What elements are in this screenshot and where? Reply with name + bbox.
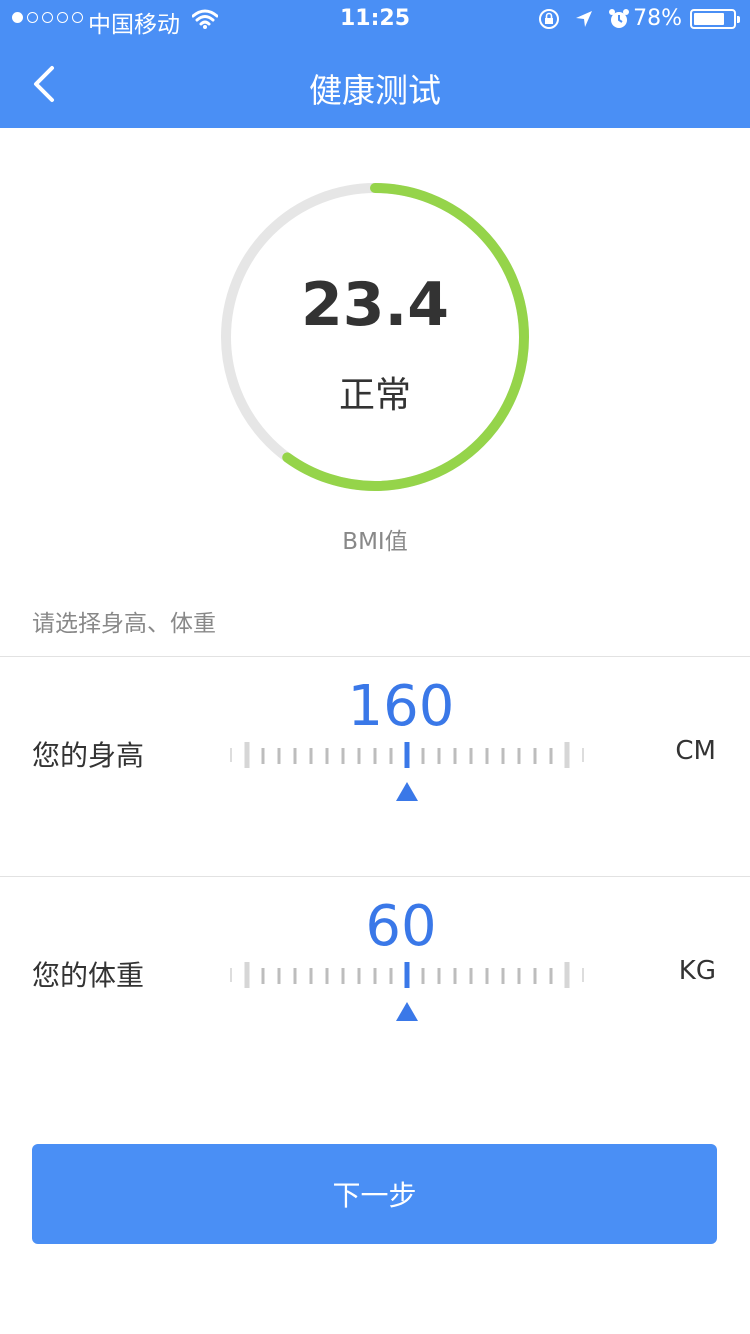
weight-ruler-slider[interactable] [228,960,586,1021]
height-ruler-tick [501,748,505,764]
bmi-status: 正常 [338,375,411,416]
weight-ruler-tick [244,962,250,988]
height-ruler-tick [564,742,570,768]
weight-ruler-tick [421,968,425,984]
weight-ruler-tick [469,968,473,984]
height-ruler-tick [261,748,265,764]
height-ruler-tick [309,748,313,764]
bmi-label: BMI值 [342,529,408,555]
battery-icon [690,9,740,29]
height-ruler-tick [421,748,425,764]
height-ruler-tick [230,748,232,762]
weight-ruler-tick [437,968,441,984]
weight-value: 60 [365,894,437,959]
bmi-value: 23.4 [300,270,450,340]
status-bar: 中国移动 11:25 78% [0,0,750,40]
height-ruler-tick [389,748,393,764]
height-ruler-tick [437,748,441,764]
height-value: 160 [347,674,455,739]
weight-ruler-tick [309,968,313,984]
height-ruler-tick [293,748,297,764]
weight-ruler-tick [325,968,329,984]
height-ruler-tick [533,748,537,764]
height-ruler-tick [325,748,329,764]
weight-ruler-tick [261,968,265,984]
location-arrow-icon [576,11,592,27]
weight-ruler-tick [230,968,232,982]
navigation-bar: 健康测试 [0,40,750,128]
divider [0,876,750,877]
weight-ruler-tick [389,968,393,984]
weight-ruler-tick [453,968,457,984]
weight-label: 您的体重 [32,959,145,992]
weight-ruler-tick [533,968,537,984]
weight-ruler-tick [564,962,570,988]
height-ruler-slider[interactable] [228,740,586,801]
weight-unit: KG [678,956,716,986]
next-step-label: 下一步 [332,1179,417,1212]
height-ruler-pointer-icon [396,782,418,801]
top-bar: 中国移动 11:25 78% 健康测试 [0,0,750,128]
height-ruler-tick [517,748,521,764]
height-ruler-tick [485,748,489,764]
height-ruler-tick [357,748,361,764]
weight-ruler-tick [582,968,584,982]
weight-ruler-tick [373,968,377,984]
height-ruler-tick [549,748,553,764]
alarm-icon [609,9,629,28]
next-step-button[interactable]: 下一步 [32,1144,717,1244]
height-ruler-tick [453,748,457,764]
weight-ruler-tick [277,968,281,984]
weight-ruler-tick [485,968,489,984]
height-ruler-center-tick [404,742,410,768]
height-ruler-tick [244,742,250,768]
battery-percent: 78% [633,6,682,31]
height-ruler-tick [469,748,473,764]
height-ruler-tick [277,748,281,764]
selection-prompt: 请选择身高、体重 [32,611,216,637]
weight-ruler-tick [341,968,345,984]
weight-ruler-tick [293,968,297,984]
page-title: 健康测试 [309,71,441,110]
weight-ruler-tick [501,968,505,984]
weight-ruler-pointer-icon [396,1002,418,1021]
weight-ruler-tick [357,968,361,984]
rotation-lock-icon [539,9,559,29]
weight-ruler-tick [517,968,521,984]
height-ruler-tick [341,748,345,764]
weight-ruler-center-tick [404,962,410,988]
height-ruler-tick [582,748,584,762]
weight-ruler-tick [549,968,553,984]
height-label: 您的身高 [32,739,145,772]
height-ruler-tick [373,748,377,764]
height-unit: CM [675,736,716,766]
divider [0,656,750,657]
